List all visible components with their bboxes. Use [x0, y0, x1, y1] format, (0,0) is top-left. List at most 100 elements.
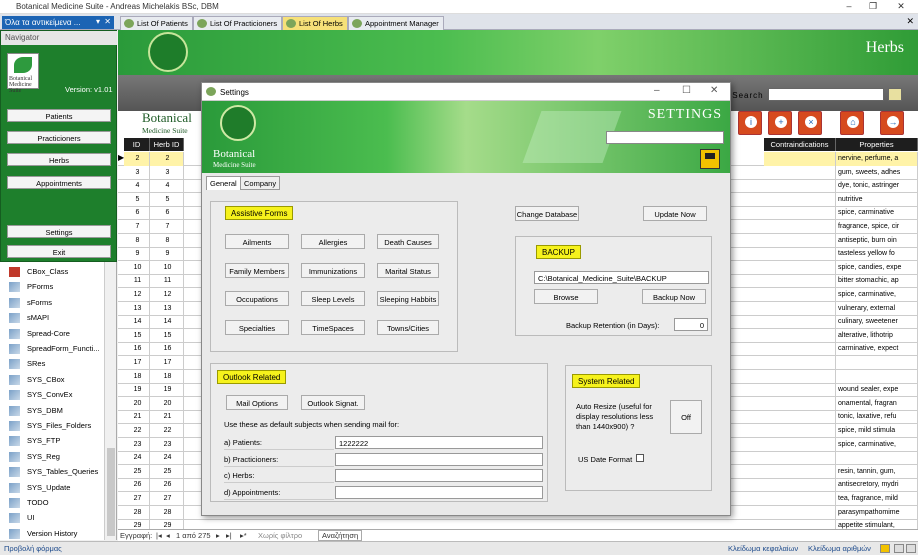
table-cell[interactable]: nutritive — [836, 192, 918, 207]
assistive-form-button[interactable]: Towns/Cities — [377, 319, 439, 335]
table-cell[interactable]: tonic, laxative, refu — [836, 410, 918, 425]
table-cell[interactable]: spice, mild stimula — [836, 424, 918, 438]
table-cell[interactable]: dye, tonic, astringer — [836, 179, 918, 194]
table-cell[interactable] — [764, 383, 836, 398]
assistive-form-button[interactable]: Immunizations — [301, 262, 365, 278]
table-cell[interactable] — [764, 410, 836, 425]
table-cell[interactable]: onamental, fragran — [836, 396, 918, 411]
table-cell[interactable] — [764, 165, 836, 180]
close-tab-icon[interactable]: ✕ — [906, 16, 914, 27]
table-cell[interactable]: 11 — [124, 274, 150, 289]
table-cell[interactable]: 20 — [124, 396, 150, 411]
settings-text-field[interactable] — [606, 131, 724, 144]
save-icon[interactable] — [700, 149, 720, 169]
chevron-down-icon[interactable]: ▾ — [96, 17, 100, 26]
table-cell[interactable]: 20 — [150, 396, 184, 411]
table-cell[interactable] — [764, 233, 836, 248]
table-cell[interactable] — [836, 369, 918, 384]
subject-input[interactable] — [335, 485, 543, 499]
last-record-button[interactable]: ▸| — [226, 531, 232, 540]
update-now-button[interactable]: Update Now — [643, 206, 707, 221]
maximize-button[interactable]: ❐ — [862, 1, 884, 13]
mail-options-button[interactable]: Mail Options — [226, 395, 288, 410]
table-cell[interactable] — [764, 260, 836, 275]
table-cell[interactable]: 28 — [124, 505, 150, 520]
table-cell[interactable]: 10 — [124, 260, 150, 275]
table-cell[interactable]: 28 — [150, 505, 184, 520]
table-cell[interactable] — [764, 192, 836, 207]
table-cell[interactable] — [764, 179, 836, 194]
table-cell[interactable]: bitter stomachic, ap — [836, 274, 918, 289]
table-cell[interactable]: 4 — [150, 179, 184, 194]
column-header[interactable]: Herb ID — [150, 138, 184, 151]
table-cell[interactable] — [764, 478, 836, 493]
object-list-item[interactable]: sMAPI — [0, 310, 104, 326]
table-cell[interactable] — [764, 152, 836, 166]
table-cell[interactable]: wound sealer, expe — [836, 383, 918, 398]
table-cell[interactable]: 5 — [150, 192, 184, 207]
table-cell[interactable] — [764, 274, 836, 289]
table-cell[interactable]: culinary, sweetener — [836, 315, 918, 330]
table-cell[interactable]: 17 — [150, 356, 184, 370]
object-list-item[interactable]: SYS_DBM — [0, 403, 104, 419]
table-cell[interactable]: 8 — [150, 233, 184, 248]
table-cell[interactable]: 13 — [124, 301, 150, 316]
new-record-button[interactable]: ▸* — [240, 531, 247, 540]
assistive-form-button[interactable]: Family Members — [225, 262, 289, 278]
table-cell[interactable]: 21 — [124, 410, 150, 425]
instant-search-input[interactable] — [768, 88, 884, 101]
table-cell[interactable]: 9 — [150, 247, 184, 262]
column-header[interactable]: Properties — [836, 138, 918, 151]
object-list-item[interactable]: Spread-Core — [0, 326, 104, 342]
backup-now-button[interactable]: Backup Now — [642, 289, 706, 304]
settings-button[interactable]: Settings — [7, 225, 111, 238]
object-list-item[interactable]: SYS_CBox — [0, 372, 104, 388]
table-cell[interactable]: 27 — [150, 492, 184, 506]
table-cell[interactable]: parasympathomime — [836, 505, 918, 520]
dialog-close-button[interactable]: ✕ — [710, 85, 718, 96]
prev-record-button[interactable]: ◂ — [166, 531, 170, 540]
close-button[interactable]: ✕ — [890, 1, 912, 13]
minimize-button[interactable]: – — [838, 1, 860, 13]
table-cell[interactable] — [764, 356, 836, 370]
table-cell[interactable]: vulnerary, external — [836, 301, 918, 316]
table-cell[interactable] — [764, 437, 836, 452]
table-cell[interactable] — [764, 220, 836, 234]
table-cell[interactable]: 3 — [150, 165, 184, 180]
table-cell[interactable] — [764, 451, 836, 466]
tab-appointment-manager[interactable]: Appointment Manager — [348, 16, 444, 30]
table-cell[interactable]: 6 — [124, 206, 150, 221]
table-cell[interactable] — [764, 328, 836, 343]
object-list-item[interactable]: SRes — [0, 356, 104, 372]
table-cell[interactable]: 7 — [150, 220, 184, 234]
table-cell[interactable] — [764, 424, 836, 438]
table-cell[interactable]: carminative, expect — [836, 342, 918, 357]
table-cell[interactable] — [764, 464, 836, 479]
outlook-signature-button[interactable]: Outlook Signat. — [301, 395, 365, 410]
assistive-form-button[interactable]: Allergies — [301, 234, 365, 249]
column-header[interactable]: ID — [124, 138, 150, 151]
table-cell[interactable] — [764, 396, 836, 411]
table-cell[interactable]: 25 — [150, 464, 184, 479]
table-cell[interactable]: 7 — [124, 220, 150, 234]
assistive-form-button[interactable]: TimeSpaces — [301, 319, 365, 335]
table-cell[interactable]: tasteless yellow fo — [836, 247, 918, 262]
table-cell[interactable]: 19 — [124, 383, 150, 398]
table-cell[interactable]: 26 — [124, 478, 150, 493]
tab-general[interactable]: General — [206, 176, 241, 190]
table-cell[interactable] — [836, 356, 918, 370]
info-button[interactable]: i — [738, 111, 762, 135]
datasheet-view-icon[interactable] — [894, 544, 904, 553]
object-list-item[interactable]: SYS_Tables_Queries — [0, 464, 104, 480]
object-list-item[interactable]: SYS_FTP — [0, 433, 104, 449]
table-cell[interactable]: 19 — [150, 383, 184, 398]
table-cell[interactable]: 18 — [150, 369, 184, 384]
table-cell[interactable]: fragrance, spice, cir — [836, 220, 918, 234]
subject-input[interactable]: 1222222 — [335, 436, 543, 449]
table-cell[interactable]: 11 — [150, 274, 184, 289]
table-cell[interactable]: 23 — [150, 437, 184, 452]
form-view-icon[interactable] — [880, 544, 890, 553]
object-list-item[interactable]: Version History — [0, 526, 104, 542]
table-cell[interactable] — [764, 315, 836, 330]
tab-list-of-patients[interactable]: List Of Patients — [120, 16, 193, 30]
